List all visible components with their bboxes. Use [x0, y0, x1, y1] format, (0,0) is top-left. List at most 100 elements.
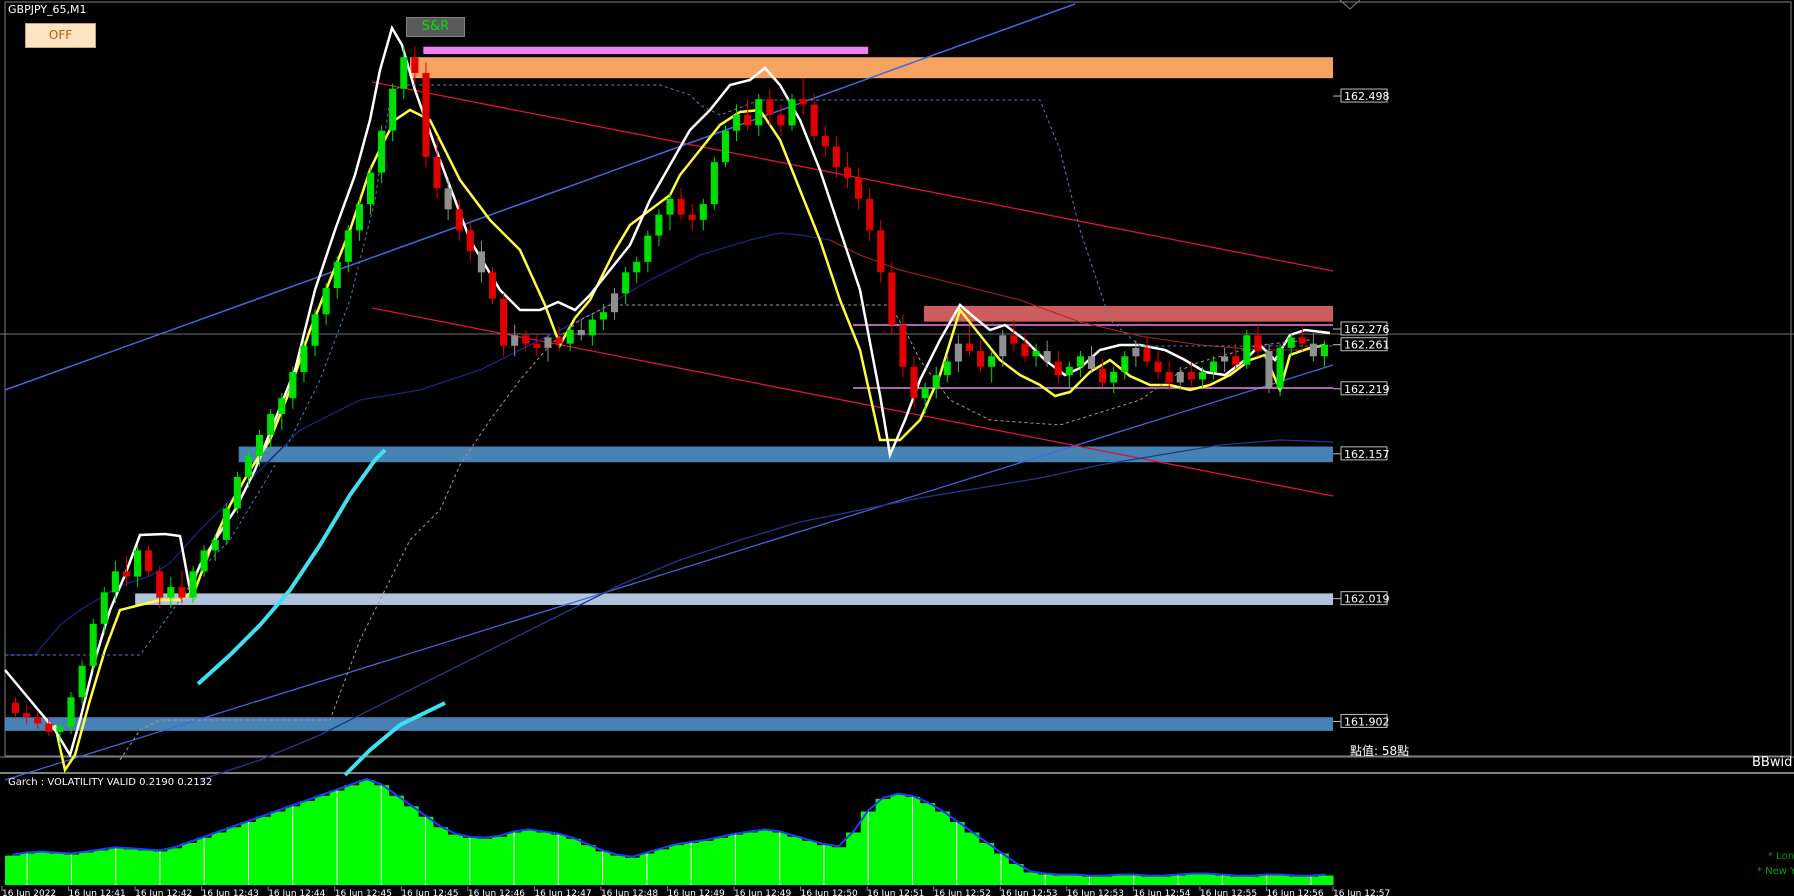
candle — [11, 697, 20, 719]
time-tick-label: 16 Jun 12:53 — [1000, 889, 1057, 896]
candle — [89, 618, 97, 672]
candle — [389, 83, 397, 142]
candle — [755, 93, 763, 136]
volatility-bar — [742, 832, 759, 885]
candle — [289, 366, 297, 409]
volatility-bar — [934, 811, 950, 885]
candle — [988, 351, 996, 383]
time-tick-label: 16 Jun 12:42 — [135, 889, 192, 896]
candles — [11, 46, 1329, 745]
zone-blue-demand-low — [5, 717, 1333, 731]
candle — [688, 204, 696, 231]
candle — [233, 471, 241, 514]
candle — [1309, 333, 1317, 362]
candle — [189, 566, 197, 603]
spread-label: 點值: 58點 — [1350, 744, 1410, 758]
time-tick-label: 16 Jun 12:53 — [1067, 889, 1124, 896]
candle — [100, 587, 108, 635]
volatility-bar — [846, 832, 862, 885]
time-tick-label: 16 Jun 12:45 — [401, 889, 458, 896]
zone-red-zone — [923, 305, 1333, 322]
candle — [1143, 337, 1151, 367]
volatility-bar — [919, 803, 936, 885]
candle — [877, 219, 885, 283]
candle — [1110, 366, 1118, 393]
volatility-bar — [890, 794, 906, 885]
candle — [222, 503, 230, 546]
candle — [422, 62, 430, 168]
volatility-bar — [1096, 876, 1113, 885]
candle — [921, 382, 929, 414]
time-tick-label: 16 Jun 12:46 — [468, 889, 525, 896]
candle — [211, 534, 219, 561]
volatility-bar — [521, 830, 537, 885]
volatility-bar — [669, 845, 685, 885]
time-tick-label: 16 Jun 12:43 — [202, 889, 259, 896]
price-label-text: 162.261 — [1344, 339, 1390, 352]
price-label-text: 162.219 — [1344, 383, 1390, 396]
volatility-bar — [1155, 876, 1172, 885]
time-tick-label: 16 Jun 12:48 — [601, 889, 658, 896]
price-label-text: 162.498 — [1344, 90, 1390, 103]
time-tick-label: 16 Jun 12:56 — [1266, 889, 1323, 896]
volatility-bar — [270, 811, 286, 885]
volatility-bar — [432, 827, 449, 885]
candle — [477, 240, 485, 283]
candle — [466, 219, 474, 262]
volatility-bar — [1052, 875, 1068, 885]
volatility-bar — [1067, 875, 1083, 885]
session-legend-london: * Lon — [1768, 851, 1794, 862]
volatility-bar — [359, 780, 375, 885]
candle — [333, 256, 341, 299]
candle — [444, 177, 452, 220]
zone-light-blue-demand — [135, 593, 1333, 605]
candle — [488, 267, 497, 304]
candle — [1265, 343, 1273, 393]
time-tick-label: 16 Jun 12:52 — [934, 889, 991, 896]
bbwidth-label: BBwid — [1752, 755, 1793, 770]
candle — [644, 230, 652, 273]
volatility-bar — [403, 806, 419, 885]
candle — [322, 282, 330, 325]
candle — [366, 167, 375, 215]
candle — [311, 309, 319, 357]
volatility-bar — [1141, 876, 1157, 885]
candle — [1243, 330, 1251, 369]
candle — [278, 392, 286, 430]
volatility-bar — [93, 850, 109, 885]
candle — [832, 135, 840, 178]
volatility-bar — [5, 855, 21, 885]
candle — [699, 198, 707, 231]
volatility-bar — [580, 845, 596, 885]
price-chart[interactable]: 162.498 162.276 162.261 162.219 162.157 162.0… — [0, 0, 1794, 896]
candle — [1209, 356, 1218, 380]
volatility-bar — [757, 830, 773, 885]
candle — [555, 326, 563, 352]
candle — [145, 545, 153, 577]
candle — [1054, 351, 1062, 383]
volatility-bar — [344, 785, 360, 885]
candle — [677, 188, 685, 220]
volatility-bar — [137, 850, 154, 885]
candle — [633, 256, 641, 283]
volatility-bar — [801, 840, 818, 885]
price-label: 162.498 — [1333, 88, 1390, 103]
candle — [533, 335, 541, 357]
volatility-bar — [536, 832, 552, 885]
volatility-panel — [5, 777, 1334, 885]
volatility-bar — [624, 857, 640, 885]
volatility-bar — [255, 816, 272, 885]
snr-button[interactable]: S&R — [406, 17, 465, 37]
zone-orange-supply — [410, 57, 1333, 79]
volatility-bar — [300, 801, 316, 885]
candle — [932, 366, 940, 399]
candle — [855, 167, 863, 210]
candle — [610, 288, 619, 320]
candle — [111, 560, 119, 603]
candle — [788, 93, 796, 131]
volatility-bar — [698, 840, 714, 885]
off-button[interactable]: OFF — [25, 23, 96, 48]
volatility-bar — [182, 843, 198, 885]
volatility-bar — [167, 848, 183, 885]
volatility-bar — [1318, 875, 1334, 885]
